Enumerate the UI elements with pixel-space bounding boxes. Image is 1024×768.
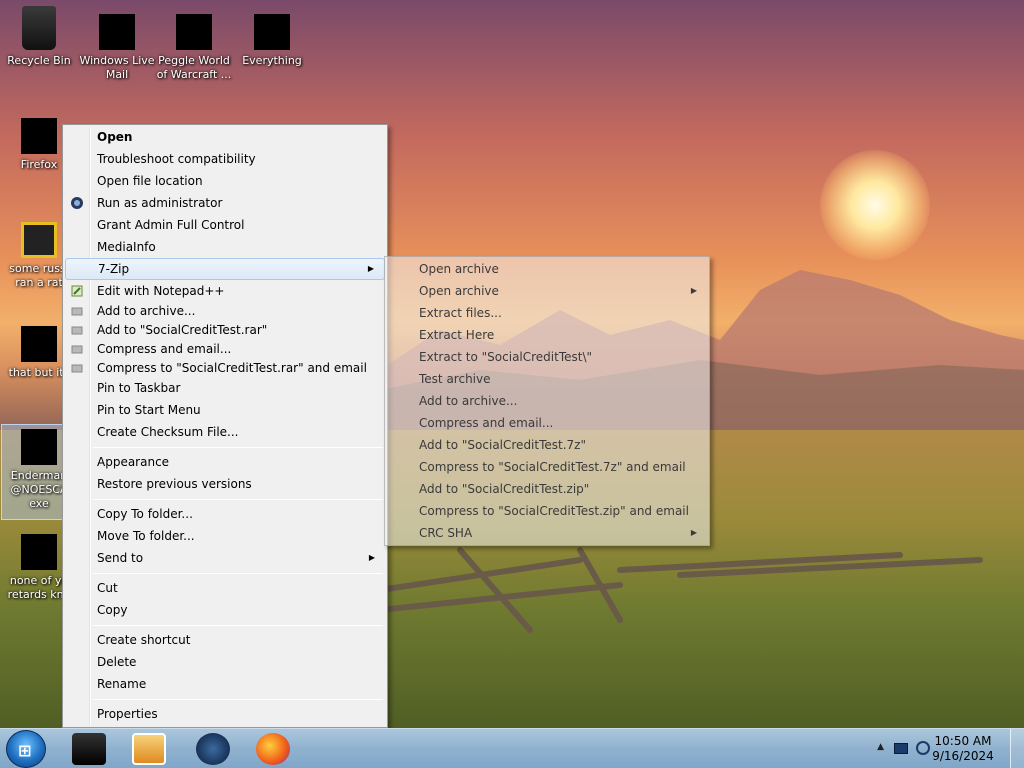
menu-item-notepadpp[interactable]: Edit with Notepad++ bbox=[65, 280, 385, 302]
desktop-icon-windows-live-mail[interactable]: Windows Live Mail bbox=[79, 14, 155, 82]
submenu-item-add-to-archive[interactable]: Add to archive... bbox=[387, 390, 707, 412]
clock-time: 10:50 AM bbox=[934, 734, 992, 748]
clock-date: 9/16/2024 bbox=[932, 749, 994, 763]
menu-item-open-file-location[interactable]: Open file location bbox=[65, 170, 385, 192]
submenu-item-open-archive-more[interactable]: Open archive ▶ bbox=[387, 280, 707, 302]
menu-item-create-shortcut[interactable]: Create shortcut bbox=[65, 629, 385, 651]
taskbar-app-media-player[interactable] bbox=[132, 733, 166, 765]
notepad-icon bbox=[71, 285, 83, 297]
submenu-item-crc-sha[interactable]: CRC SHA ▶ bbox=[387, 522, 707, 544]
game-icon bbox=[176, 14, 212, 50]
submenu-item-add-to-zip[interactable]: Add to "SocialCreditTest.zip" bbox=[387, 478, 707, 500]
desktop-icon-peggle[interactable]: Peggle World of Warcraft ... bbox=[156, 14, 232, 82]
archive-icon bbox=[71, 326, 83, 335]
taskbar-app-terminal[interactable] bbox=[72, 733, 106, 765]
tray-chevron-icon[interactable]: ▲ bbox=[877, 742, 884, 752]
wallpaper-fence bbox=[380, 547, 983, 633]
menu-item-copy[interactable]: Copy bbox=[65, 599, 385, 621]
executable-icon bbox=[21, 429, 57, 465]
submenu-item-add-to-7z[interactable]: Add to "SocialCreditTest.7z" bbox=[387, 434, 707, 456]
menu-item-move-to-folder[interactable]: Move To folder... bbox=[65, 525, 385, 547]
menu-item-run-as-admin[interactable]: Run as administrator bbox=[65, 192, 385, 214]
start-button[interactable]: ⊞ bbox=[6, 730, 46, 768]
chevron-right-icon: ▶ bbox=[367, 264, 374, 273]
menu-separator bbox=[93, 699, 383, 700]
submenu-item-compress-zip-email[interactable]: Compress to "SocialCreditTest.zip" and e… bbox=[387, 500, 707, 522]
context-menu: Open Troubleshoot compatibility Open fil… bbox=[62, 124, 388, 728]
media-icon bbox=[21, 534, 57, 570]
menu-separator bbox=[93, 499, 383, 500]
submenu-item-extract-to[interactable]: Extract to "SocialCreditTest\" bbox=[387, 346, 707, 368]
submenu-7zip: Open archive Open archive ▶ Extract file… bbox=[384, 256, 710, 546]
window-icon bbox=[21, 326, 57, 362]
archive-icon bbox=[71, 364, 83, 373]
desktop-icon-label: Recycle Bin bbox=[7, 54, 71, 67]
menu-item-grant-admin[interactable]: Grant Admin Full Control bbox=[65, 214, 385, 236]
menu-item-compress-rar-email[interactable]: Compress to "SocialCreditTest.rar" and e… bbox=[65, 357, 385, 379]
taskbar: ⊞ ▲ 10:50 AM 9/16/2024 bbox=[0, 728, 1024, 768]
search-icon bbox=[254, 14, 290, 50]
chevron-right-icon: ▶ bbox=[690, 528, 697, 537]
archive-icon bbox=[71, 345, 83, 354]
menu-item-checksum[interactable]: Create Checksum File... bbox=[65, 421, 385, 443]
desktop-icon-recycle-bin[interactable]: Recycle Bin bbox=[1, 6, 77, 68]
submenu-item-extract-here[interactable]: Extract Here bbox=[387, 324, 707, 346]
chevron-right-icon: ▶ bbox=[690, 286, 697, 295]
menu-item-troubleshoot[interactable]: Troubleshoot compatibility bbox=[65, 148, 385, 170]
menu-item-cut[interactable]: Cut bbox=[65, 577, 385, 599]
desktop-icon-label: Peggle World of Warcraft ... bbox=[156, 54, 232, 81]
submenu-item-test-archive[interactable]: Test archive bbox=[387, 368, 707, 390]
menu-item-7zip[interactable]: 7-Zip ▶ bbox=[65, 258, 385, 280]
menu-item-copy-to-folder[interactable]: Copy To folder... bbox=[65, 503, 385, 525]
chevron-right-icon: ▶ bbox=[368, 553, 375, 562]
archive-icon bbox=[71, 307, 83, 316]
menu-item-send-to[interactable]: Send to ▶ bbox=[65, 547, 385, 569]
menu-item-restore-versions[interactable]: Restore previous versions bbox=[65, 473, 385, 495]
menu-separator bbox=[93, 625, 383, 626]
submenu-item-open-archive[interactable]: Open archive bbox=[387, 258, 707, 280]
menu-item-rename[interactable]: Rename bbox=[65, 673, 385, 695]
wallpaper-sun bbox=[820, 150, 930, 260]
desktop-icon-label: Everything bbox=[242, 54, 302, 67]
submenu-item-compress-7z-email[interactable]: Compress to "SocialCreditTest.7z" and em… bbox=[387, 456, 707, 478]
menu-item-properties[interactable]: Properties bbox=[65, 703, 385, 725]
firefox-icon bbox=[21, 118, 57, 154]
menu-item-mediainfo[interactable]: MediaInfo bbox=[65, 236, 385, 258]
ie-icon bbox=[21, 222, 57, 258]
desktop-icon-everything[interactable]: Everything bbox=[234, 14, 310, 68]
mail-icon bbox=[99, 14, 135, 50]
submenu-item-extract-files[interactable]: Extract files... bbox=[387, 302, 707, 324]
menu-item-appearance[interactable]: Appearance bbox=[65, 451, 385, 473]
windows-logo-icon: ⊞ bbox=[18, 741, 32, 760]
taskbar-clock[interactable]: 10:50 AM 9/16/2024 bbox=[928, 734, 998, 764]
taskbar-app-globe[interactable] bbox=[196, 733, 230, 765]
taskbar-app-firefox[interactable] bbox=[256, 733, 290, 765]
menu-item-delete[interactable]: Delete bbox=[65, 651, 385, 673]
menu-separator bbox=[93, 447, 383, 448]
shield-icon bbox=[71, 197, 83, 209]
menu-separator bbox=[93, 573, 383, 574]
menu-item-pin-start[interactable]: Pin to Start Menu bbox=[65, 399, 385, 421]
menu-item-pin-taskbar[interactable]: Pin to Taskbar bbox=[65, 377, 385, 399]
recycle-bin-icon bbox=[22, 6, 56, 50]
menu-item-open[interactable]: Open bbox=[65, 126, 385, 148]
submenu-item-compress-email[interactable]: Compress and email... bbox=[387, 412, 707, 434]
show-desktop-button[interactable] bbox=[1010, 729, 1024, 768]
desktop-icon-label: Windows Live Mail bbox=[79, 54, 155, 81]
network-icon[interactable] bbox=[894, 743, 908, 754]
